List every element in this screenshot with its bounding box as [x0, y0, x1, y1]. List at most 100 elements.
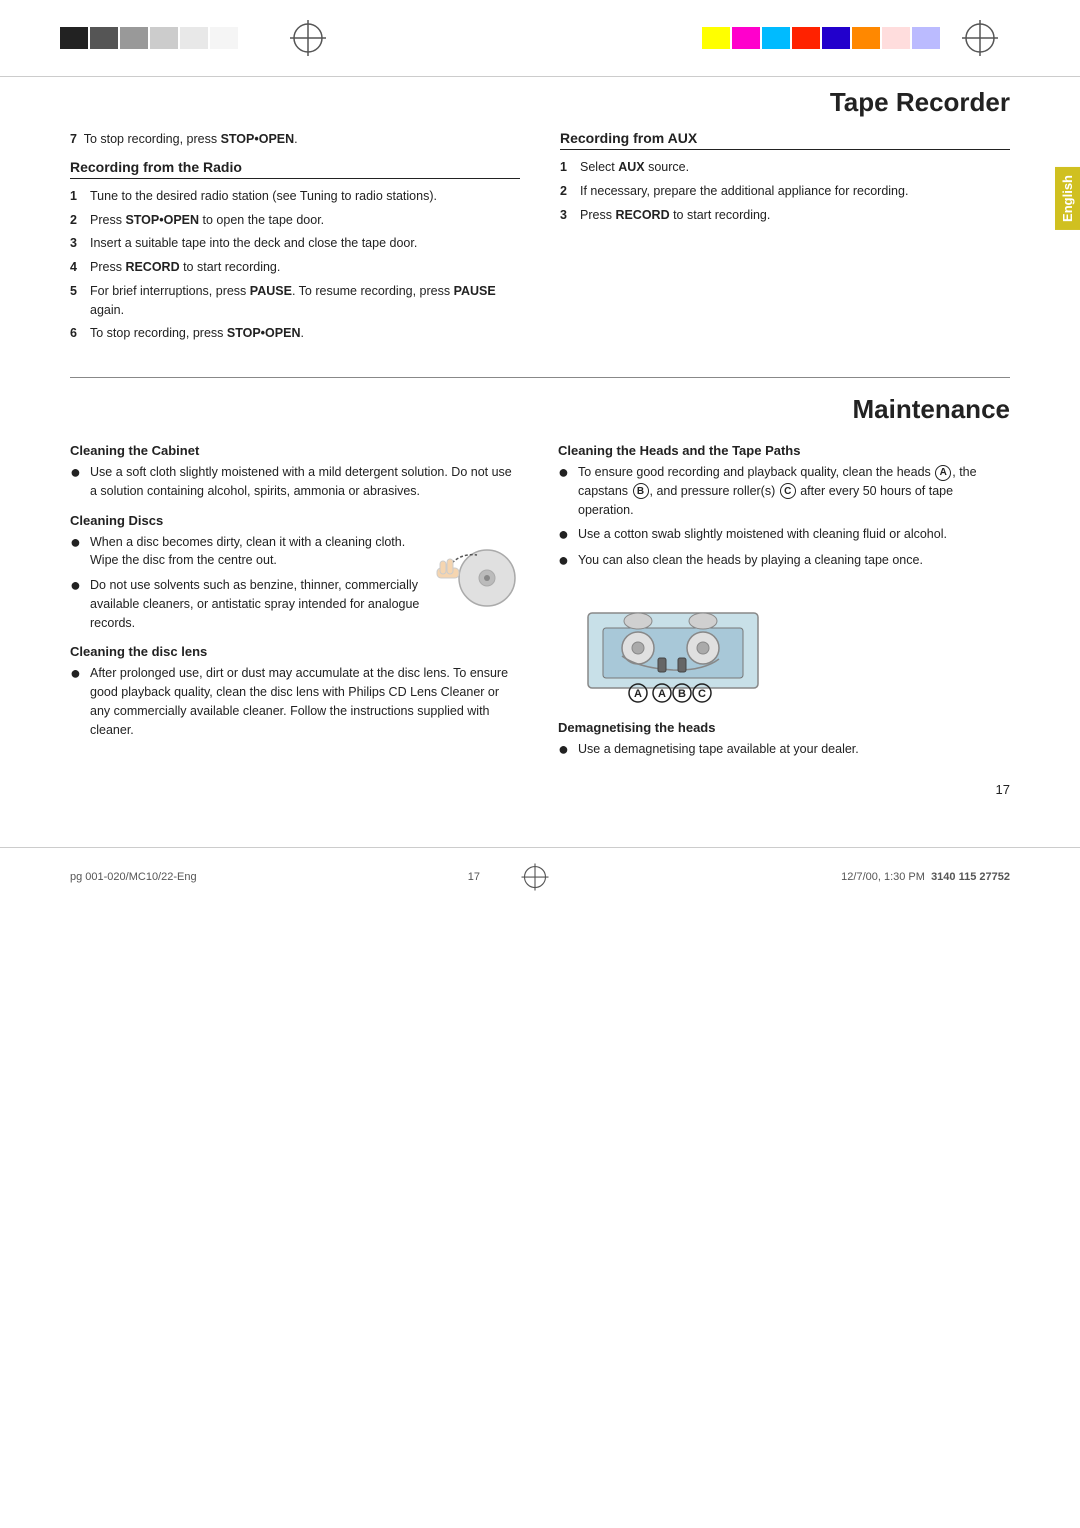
aux-step-1: 1 Select AUX source.: [560, 158, 1010, 177]
color-block-3: [120, 27, 148, 49]
color-block-2: [90, 27, 118, 49]
cleaning-disc-lens-list: ● After prolonged use, dirt or dust may …: [70, 664, 522, 739]
recording-radio-steps: 1 Tune to the desired radio station (see…: [70, 187, 520, 343]
demagnetising-text-1: Use a demagnetising tape available at yo…: [578, 740, 859, 760]
recording-aux-heading: Recording from AUX: [560, 130, 1010, 150]
aux-step-num-1: 1: [560, 158, 574, 177]
cleaning-heads-text-3: You can also clean the heads by playing …: [578, 551, 923, 571]
pause-bold-5b: PAUSE: [454, 284, 496, 298]
page-number-right: 17: [70, 782, 1010, 797]
tape-recorder-title: Tape Recorder: [70, 87, 1010, 118]
cleaning-cabinet-text-1: Use a soft cloth slightly moistened with…: [90, 463, 522, 501]
crosshair-left: [288, 18, 328, 58]
bullet-dot-4: ●: [70, 664, 82, 739]
radio-step-1: 1 Tune to the desired radio station (see…: [70, 187, 520, 206]
step-num-5: 5: [70, 282, 84, 320]
tape-diagram-container: A A B C: [578, 583, 1010, 706]
color-block-cyan: [762, 27, 790, 49]
cleaning-discs-heading: Cleaning Discs: [70, 513, 522, 528]
stop-open-bold-6: STOP•OPEN: [227, 326, 301, 340]
bullet-dot-5: ●: [558, 463, 570, 519]
stop-open-bold-pre: STOP•OPEN: [221, 132, 295, 146]
color-block-magenta: [732, 27, 760, 49]
bullet-dot-7: ●: [558, 551, 570, 571]
footer-crosshair: [520, 862, 550, 892]
cleaning-discs-content: ● When a disc becomes dirty, clean it wi…: [70, 533, 522, 645]
bullet-dot-3: ●: [70, 576, 82, 632]
step-text-6: To stop recording, press STOP•OPEN.: [90, 324, 520, 343]
radio-step-4: 4 Press RECORD to start recording.: [70, 258, 520, 277]
radio-step-2: 2 Press STOP•OPEN to open the tape door.: [70, 211, 520, 230]
crosshair-right: [960, 18, 1000, 58]
maintenance-content: Cleaning the Cabinet ● Use a soft cloth …: [70, 443, 1010, 772]
aux-step-3: 3 Press RECORD to start recording.: [560, 206, 1010, 225]
aux-step-num-2: 2: [560, 182, 574, 201]
footer-center-number: 17: [468, 871, 480, 883]
step-text-3: Insert a suitable tape into the deck and…: [90, 234, 520, 253]
radio-step-6: 6 To stop recording, press STOP•OPEN.: [70, 324, 520, 343]
cleaning-cabinet-item-1: ● Use a soft cloth slightly moistened wi…: [70, 463, 522, 501]
cleaning-heads-item-1: ● To ensure good recording and playback …: [558, 463, 1010, 519]
cleaning-heads-item-2: ● Use a cotton swab slightly moistened w…: [558, 525, 1010, 545]
recording-radio-heading: Recording from the Radio: [70, 159, 520, 179]
color-block-6: [210, 27, 238, 49]
aux-bold-1: AUX: [618, 160, 644, 174]
radio-step-3: 3 Insert a suitable tape into the deck a…: [70, 234, 520, 253]
cleaning-discs-text-1: When a disc becomes dirty, clean it with…: [90, 533, 422, 571]
aux-step-text-1: Select AUX source.: [580, 158, 1010, 177]
label-C: C: [780, 483, 796, 499]
record-bold-aux: RECORD: [615, 208, 669, 222]
step-7-number: 7: [70, 132, 77, 146]
step-text-1: Tune to the desired radio station (see T…: [90, 187, 520, 206]
bullet-dot-1: ●: [70, 463, 82, 501]
color-blocks-left: [60, 27, 238, 49]
color-block-1: [60, 27, 88, 49]
maintenance-left-col: Cleaning the Cabinet ● Use a soft cloth …: [70, 443, 522, 772]
step-num-1: 1: [70, 187, 84, 206]
demagnetising-item-1: ● Use a demagnetising tape available at …: [558, 740, 1010, 760]
cleaning-discs-item-1: ● When a disc becomes dirty, clean it wi…: [70, 533, 422, 571]
color-block-orange: [852, 27, 880, 49]
recording-aux-steps: 1 Select AUX source. 2 If necessary, pre…: [560, 158, 1010, 224]
record-bold-4: RECORD: [125, 260, 179, 274]
english-tab: English: [1055, 167, 1080, 230]
color-block-pink: [882, 27, 910, 49]
page-footer: pg 001-020/MC10/22-Eng 17 12/7/00, 1:30 …: [0, 847, 1080, 906]
top-color-bar: [0, 0, 1080, 77]
svg-text:A: A: [658, 688, 666, 700]
step-num-2: 2: [70, 211, 84, 230]
disc-image: [432, 533, 522, 623]
step-text-2: Press STOP•OPEN to open the tape door.: [90, 211, 520, 230]
aux-step-text-3: Press RECORD to start recording.: [580, 206, 1010, 225]
aux-step-text-2: If necessary, prepare the additional app…: [580, 182, 1010, 201]
footer-center-area: 17: [468, 862, 570, 892]
demagnetising-heading: Demagnetising the heads: [558, 720, 1010, 735]
recording-aux-column: Recording from AUX 1 Select AUX source. …: [560, 130, 1010, 353]
step-7-text: To stop recording, press STOP•OPEN.: [84, 132, 298, 146]
cleaning-discs-text-2: Do not use solvents such as benzine, thi…: [90, 576, 422, 632]
color-block-4: [150, 27, 178, 49]
step-num-6: 6: [70, 324, 84, 343]
step-text-4: Press RECORD to start recording.: [90, 258, 520, 277]
cleaning-heads-text-2: Use a cotton swab slightly moistened wit…: [578, 525, 947, 545]
label-B: B: [633, 483, 649, 499]
demagnetising-list: ● Use a demagnetising tape available at …: [558, 740, 1010, 760]
recording-radio-column: 7 To stop recording, press STOP•OPEN. Re…: [70, 130, 520, 353]
svg-text:C: C: [698, 688, 706, 700]
cleaning-disc-lens-text-1: After prolonged use, dirt or dust may ac…: [90, 664, 522, 739]
cleaning-heads-text-1: To ensure good recording and playback qu…: [578, 463, 1010, 519]
cleaning-heads-heading: Cleaning the Heads and the Tape Paths: [558, 443, 1010, 458]
tape-recorder-content: 7 To stop recording, press STOP•OPEN. Re…: [70, 130, 1010, 353]
color-block-lightblue: [912, 27, 940, 49]
product-code: 3140 115 27752: [931, 871, 1010, 883]
maintenance-right-col: Cleaning the Heads and the Tape Paths ● …: [558, 443, 1010, 772]
radio-step-5: 5 For brief interruptions, press PAUSE. …: [70, 282, 520, 320]
svg-text:A: A: [634, 688, 642, 700]
aux-step-2: 2 If necessary, prepare the additional a…: [560, 182, 1010, 201]
step-num-3: 3: [70, 234, 84, 253]
cleaning-cabinet-list: ● Use a soft cloth slightly moistened wi…: [70, 463, 522, 501]
color-block-5: [180, 27, 208, 49]
pause-bold-5a: PAUSE: [250, 284, 292, 298]
step-7-note: 7 To stop recording, press STOP•OPEN.: [70, 130, 520, 149]
svg-text:B: B: [678, 688, 686, 700]
